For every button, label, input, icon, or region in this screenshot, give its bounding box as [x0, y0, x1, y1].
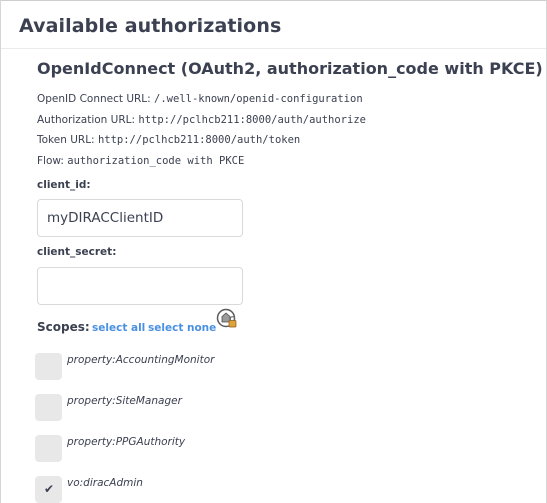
token-url-value: http://pclhcb211:8000/auth/token	[97, 134, 301, 146]
scope-checkbox-ppg-authority[interactable]	[35, 435, 62, 462]
authorization-url-line: Authorization URL: http://pclhcb211:8000…	[37, 114, 366, 126]
authorization-modal: Available authorizations OpenIdConnect (…	[0, 0, 547, 503]
openid-url-label: OpenID Connect URL:	[37, 93, 151, 105]
client-id-input[interactable]	[37, 199, 243, 237]
authorization-url-value: http://pclhcb211:8000/auth/authorize	[138, 114, 366, 126]
scope-name-accounting-monitor: property:AccountingMonitor	[67, 354, 215, 366]
scope-checkbox-site-manager[interactable]	[35, 394, 62, 421]
client-secret-input[interactable]	[37, 267, 243, 305]
openid-url-line: OpenID Connect URL: /.well-known/openid-…	[37, 93, 363, 105]
scope-name-dirac-admin: vo:diracAdmin	[67, 477, 143, 489]
scope-checkbox-dirac-admin[interactable]: ✔	[35, 476, 62, 503]
lock-icon[interactable]	[216, 308, 238, 330]
select-all-link[interactable]: select all	[92, 322, 145, 334]
flow-value: authorization_code with PKCE	[67, 155, 245, 167]
flow-label: Flow:	[37, 155, 64, 167]
scopes-label: Scopes:	[37, 320, 90, 334]
modal-title: Available authorizations	[19, 15, 282, 37]
check-icon: ✔	[44, 482, 55, 496]
authorization-url-label: Authorization URL:	[37, 114, 136, 126]
scope-checkbox-accounting-monitor[interactable]	[35, 353, 62, 380]
openid-url-value: /.well-known/openid-configuration	[154, 93, 363, 105]
modal-header: Available authorizations	[1, 1, 546, 49]
flow-line: Flow: authorization_code with PKCE	[37, 155, 244, 167]
token-url-line: Token URL: http://pclhcb211:8000/auth/to…	[37, 134, 300, 146]
client-id-label: client_id:	[37, 179, 91, 191]
select-none-link[interactable]: select none	[148, 322, 216, 334]
token-url-label: Token URL:	[37, 134, 95, 146]
scheme-title: OpenIdConnect (OAuth2, authorization_cod…	[37, 59, 543, 78]
client-secret-label: client_secret:	[37, 246, 117, 258]
scope-name-site-manager: property:SiteManager	[67, 395, 182, 407]
scope-name-ppg-authority: property:PPGAuthority	[67, 436, 186, 448]
